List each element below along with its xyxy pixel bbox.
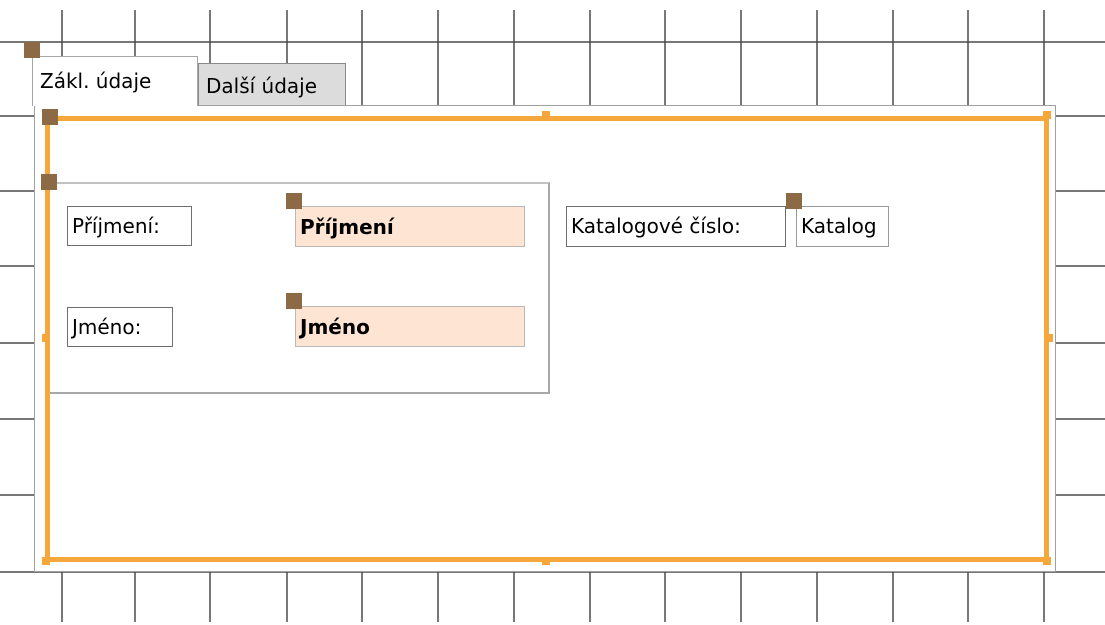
tab-zakl-udaje[interactable]: Zákl. údaje xyxy=(32,56,198,106)
prijmeni-field-move-handle[interactable] xyxy=(286,193,302,209)
jmeno-field[interactable]: Jméno xyxy=(295,306,525,347)
layout-move-handle[interactable] xyxy=(41,174,57,190)
prijmeni-label[interactable]: Příjmení: xyxy=(67,206,192,246)
resize-handle-middle-right[interactable] xyxy=(1045,334,1053,342)
prijmeni-field[interactable]: Příjmení xyxy=(295,206,525,247)
katalogove-cislo-label[interactable]: Katalogové číslo: xyxy=(566,206,786,247)
resize-handle-top-center[interactable] xyxy=(542,111,550,119)
tab-zakl-udaje-label: Zákl. údaje xyxy=(40,69,152,93)
resize-handle-bottom-left[interactable] xyxy=(42,557,50,565)
resize-handle-middle-left[interactable] xyxy=(42,334,50,342)
resize-handle-bottom-center[interactable] xyxy=(542,557,550,565)
resize-handle-bottom-right[interactable] xyxy=(1043,557,1051,565)
tab-dalsi-udaje-label: Další údaje xyxy=(206,74,318,98)
jmeno-label[interactable]: Jméno: xyxy=(67,307,173,347)
katalogove-cislo-field[interactable]: Katalog xyxy=(796,206,889,247)
katalog-field-move-handle[interactable] xyxy=(786,193,802,209)
tab-control-move-handle[interactable] xyxy=(24,42,40,58)
tab-dalsi-udaje[interactable]: Další údaje xyxy=(198,63,346,105)
resize-handle-top-right[interactable] xyxy=(1043,111,1051,119)
selection-move-handle[interactable] xyxy=(42,109,58,125)
jmeno-field-move-handle[interactable] xyxy=(286,293,302,309)
